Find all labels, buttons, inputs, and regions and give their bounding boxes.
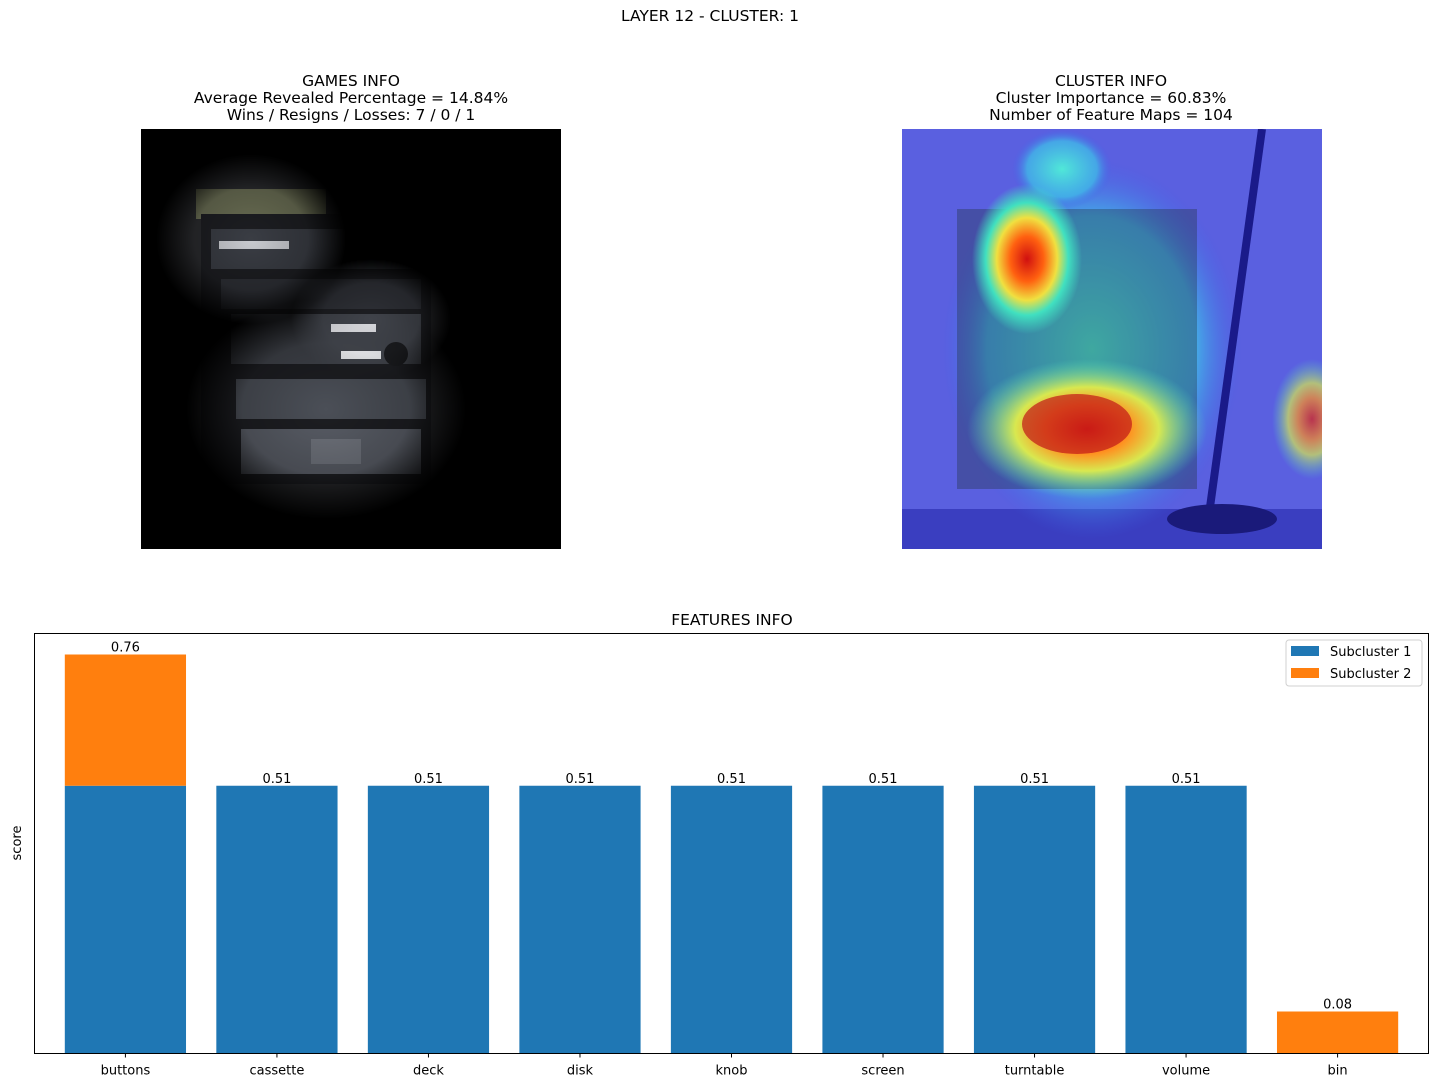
x-tick-label-buttons: buttons xyxy=(101,1064,151,1079)
bar-buttons-subcluster-2 xyxy=(64,654,187,786)
bar-value-label-screen: 0.51 xyxy=(869,772,898,787)
bar-value-label-cassette: 0.51 xyxy=(262,772,291,787)
bar-knob-subcluster-1 xyxy=(670,785,793,1054)
bar-bin-subcluster-2 xyxy=(1276,1011,1399,1054)
bar-disk-subcluster-1 xyxy=(519,785,641,1054)
legend-swatch-subcluster-1 xyxy=(1291,646,1319,656)
x-tick-label-turntable: turntable xyxy=(1005,1064,1065,1079)
bar-value-label-turntable: 0.51 xyxy=(1020,772,1049,787)
x-tick-label-disk: disk xyxy=(567,1064,594,1079)
figure-title: LAYER 12 - CLUSTER: 1 xyxy=(621,7,799,25)
cluster-info-feature-maps: Number of Feature Maps = 104 xyxy=(989,106,1233,124)
bar-value-label-disk: 0.51 xyxy=(566,772,595,787)
heatmap-image xyxy=(902,129,1322,549)
x-tick-label-knob: knob xyxy=(716,1064,748,1079)
x-tick-label-deck: deck xyxy=(413,1064,444,1079)
bar-value-label-buttons: 0.76 xyxy=(111,641,140,656)
games-info-title: GAMES INFO xyxy=(302,72,400,90)
heatmap-overlay-drawing xyxy=(902,129,1322,549)
revealed-image xyxy=(141,129,561,549)
legend: Subcluster 1 Subcluster 2 xyxy=(1285,639,1423,687)
bar-buttons-subcluster-1 xyxy=(64,785,187,1054)
bars-layer xyxy=(64,654,1399,1054)
legend-label-subcluster-1: Subcluster 1 xyxy=(1330,645,1411,660)
bar-screen-subcluster-1 xyxy=(822,785,944,1054)
bar-value-label-bin: 0.08 xyxy=(1323,998,1352,1013)
x-tick-label-cassette: cassette xyxy=(250,1064,305,1079)
bar-cassette-subcluster-1 xyxy=(216,785,338,1054)
x-ticks-layer: buttons cassette deck disk knob screen turntab… xyxy=(101,1053,1348,1079)
cluster-info-title: CLUSTER INFO xyxy=(1054,72,1168,90)
legend-swatch-subcluster-2 xyxy=(1291,668,1319,678)
y-axis-label: score xyxy=(10,826,25,861)
bar-value-label-deck: 0.51 xyxy=(414,772,443,787)
legend-label-subcluster-2: Subcluster 2 xyxy=(1330,667,1411,682)
features-bar-chart: 0.76 0.51 0.51 0.51 0.51 0.51 0.51 0.51 0.08 but… xyxy=(10,633,1429,1079)
games-info-results: Wins / Resigns / Losses: 7 / 0 / 1 xyxy=(226,106,476,124)
bar-turntable-subcluster-1 xyxy=(973,785,1096,1054)
bar-value-label-volume: 0.51 xyxy=(1172,772,1201,787)
cluster-info-importance: Cluster Importance = 60.83% xyxy=(995,89,1227,107)
bar-deck-subcluster-1 xyxy=(367,785,490,1054)
revealed-image-drawing xyxy=(141,129,561,549)
bar-value-label-knob: 0.51 xyxy=(717,772,746,787)
x-tick-label-volume: volume xyxy=(1162,1064,1210,1079)
x-tick-label-bin: bin xyxy=(1328,1064,1348,1079)
x-tick-label-screen: screen xyxy=(861,1064,904,1079)
games-info-revealed: Average Revealed Percentage = 14.84% xyxy=(193,89,509,107)
bar-volume-subcluster-1 xyxy=(1125,785,1247,1054)
